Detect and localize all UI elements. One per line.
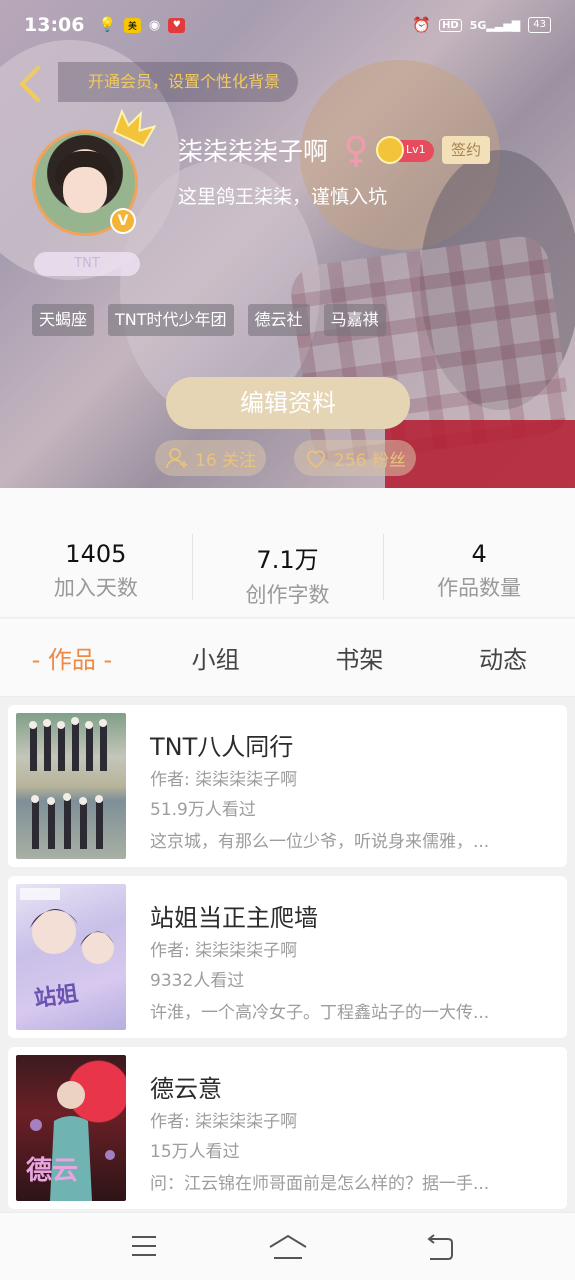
list-item[interactable]: TNT八人同行 作者: 柒柒柒柒子啊 51.9万人看过 这京城，有那么一位少爷，… [8,705,567,867]
notification-icons: 💡 美 ◉ ♥ [98,17,186,33]
svg-text:站姐: 站姐 [33,980,80,1012]
signed-author-badge: 签约 [442,136,490,164]
stat-label: 加入天数 [53,576,138,600]
followers-count: 256 粉丝 [334,450,406,471]
network-type: 5G [469,18,487,32]
meituan-icon: 美 [123,17,141,33]
svg-text:德云: 德云 [26,1156,78,1186]
add-user-icon [166,448,188,469]
alarm-icon: ⏰ [412,16,432,34]
profile-tag[interactable]: 德云社 [247,304,310,336]
stat-label: 作品数量 [437,576,522,600]
system-navigation-bar [0,1212,575,1280]
stat-value: 4 [471,540,487,568]
female-gender-icon [346,135,366,167]
back-arrow-icon[interactable] [16,64,46,104]
work-title: 站姐当正主爬墙 [150,904,318,932]
stat-join-days: 1405 加入天数 [0,488,192,617]
cover-figures [29,717,107,849]
menu-icon[interactable] [130,1233,158,1259]
work-author: 作者: 柒柒柒柒子啊 [150,1112,298,1132]
profile-tags: 天蝎座 TNT时代少年团 德云社 马嘉祺 [32,304,386,336]
avatar-fan-tag: TNT [34,252,140,276]
list-item[interactable]: 德云 德云意 作者: 柒柒柒柒子啊 15万人看过 问：江云锦在师哥面前是怎么样的… [8,1047,567,1209]
edit-profile-button[interactable]: 编辑资料 [166,377,410,429]
vip-background-banner[interactable]: 开通会员，设置个性化背景 [58,62,299,102]
home-icon[interactable] [268,1233,308,1261]
work-title: 德云意 [150,1075,222,1103]
profile-tag[interactable]: TNT时代少年团 [108,304,234,336]
profile-stats: 1405 加入天数 7.1万 创作字数 4 作品数量 [0,488,575,618]
avatar-face [63,167,107,213]
tab-works[interactable]: - 作品 - [0,640,144,675]
stat-label: 创作字数 [245,583,330,607]
battery-icon: 43 [528,17,551,33]
stat-works-count: 4 作品数量 [383,488,575,617]
level-medal-icon [376,136,404,164]
profile-screen: 13:06 💡 美 ◉ ♥ ⏰ HD 5G▂▃▅▇ 43 开通会员，设置个性化背… [0,0,575,1280]
cover-figures: 站姐 [20,888,114,1012]
work-description: 问：江云锦在师哥面前是怎么样的？据一手... [150,1174,490,1194]
profile-tag[interactable]: 马嘉祺 [323,304,386,336]
heart-icon [307,450,325,469]
work-views: 9332人看过 [150,971,245,991]
follow-stats: 16 关注 256 粉丝 [155,440,416,476]
level-badge[interactable]: Lv1 [376,136,434,164]
lightbulb-icon: 💡 [98,17,116,33]
profile-tabs: - 作品 - 小组 书架 动态 [0,619,575,697]
stat-word-count: 7.1万 创作字数 [191,488,384,617]
back-icon[interactable] [424,1233,454,1261]
work-description: 这京城，有那么一位少爷，听说身来儒雅，... [150,832,490,852]
verified-v-icon: V [110,208,136,234]
tab-activity[interactable]: 动态 [431,640,575,675]
work-description: 许淮，一个高冷女子。丁程鑫站子的一大传... [150,1003,490,1023]
work-title: TNT八人同行 [150,733,294,761]
hd-icon: HD [439,18,462,32]
app-notification-icon: ♥ [168,17,186,33]
tab-bookshelf[interactable]: 书架 [288,640,432,675]
signal-icon: 5G▂▃▅▇ [469,18,521,32]
followers-button[interactable]: 256 粉丝 [294,440,416,476]
following-count: 16 关注 [195,450,257,471]
profile-bio: 这里鸽王柒柒，谨慎入坑 [178,186,388,208]
username: 柒柒柒柒子啊 [178,137,329,166]
weibo-icon: ◉ [148,17,161,33]
following-button[interactable]: 16 关注 [155,440,267,476]
stat-value: 1405 [65,540,127,568]
crown-icon [113,108,156,147]
cover-figures: 德云 [26,1081,115,1201]
status-bar: 13:06 💡 美 ◉ ♥ ⏰ HD 5G▂▃▅▇ 43 [0,0,575,50]
work-views: 15万人看过 [150,1142,240,1162]
work-cover-image: 站姐 [16,884,126,1030]
battery-level: 43 [533,19,546,30]
list-item[interactable]: 站姐 站姐当正主爬墙 作者: 柒柒柒柒子啊 9332人看过 许淮，一个高冷女子。… [8,876,567,1038]
status-time: 13:06 [24,14,85,36]
tab-groups[interactable]: 小组 [144,640,288,675]
stat-value: 7.1万 [256,546,319,574]
work-cover-image [16,713,126,859]
system-icons: ⏰ HD 5G▂▃▅▇ 43 [412,16,551,34]
work-views: 51.9万人看过 [150,800,256,820]
work-cover-image: 德云 [16,1055,126,1201]
work-author: 作者: 柒柒柒柒子啊 [150,941,298,961]
work-author: 作者: 柒柒柒柒子啊 [150,770,298,790]
works-list: TNT八人同行 作者: 柒柒柒柒子啊 51.9万人看过 这京城，有那么一位少爷，… [0,697,575,1212]
profile-tag[interactable]: 天蝎座 [32,304,95,336]
level-text: Lv1 [406,143,426,156]
